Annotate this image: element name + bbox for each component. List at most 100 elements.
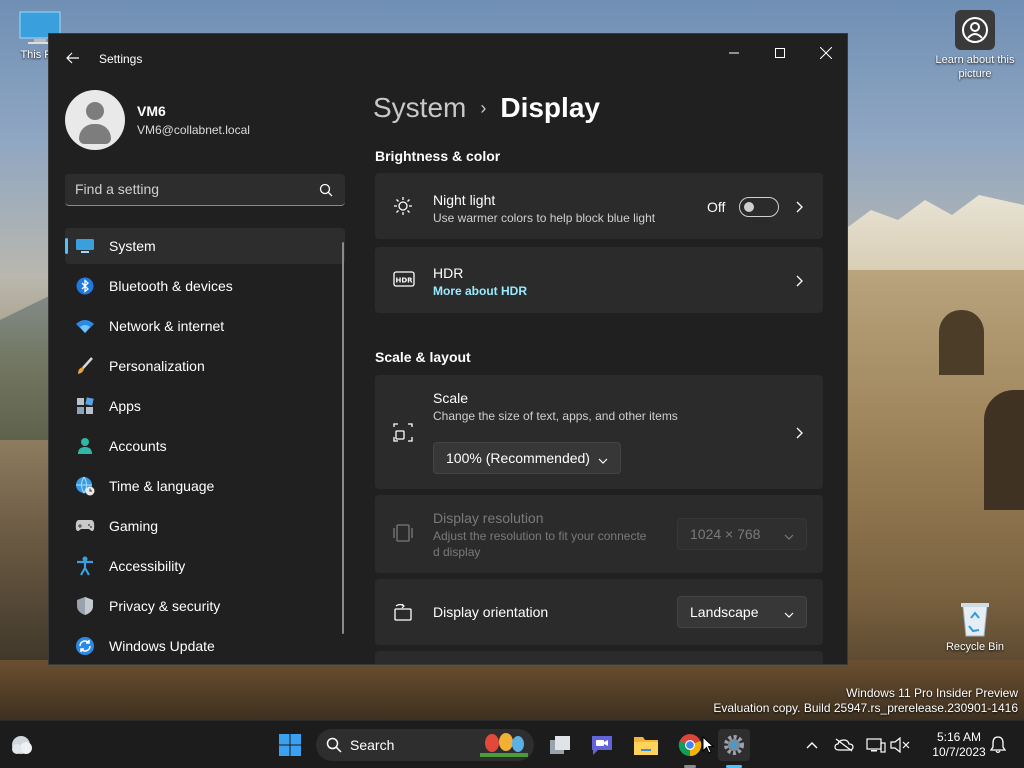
settings-window: Settings VM6 VM6@collabnet.local Find a … [48,33,848,665]
person-icon [75,436,95,456]
scale-icon [393,422,413,442]
user-profile[interactable]: VM6 VM6@collabnet.local [65,90,250,150]
sidebar-item-gaming[interactable]: Gaming [65,508,345,544]
wallpaper-arch-lower [984,390,1024,510]
hdr-title: HDR [433,265,464,281]
sidebar-item-windows-update[interactable]: Windows Update [65,628,345,664]
sidebar-item-label: Apps [109,398,141,414]
hdr-card[interactable]: HDR HDR More about HDR [375,247,823,313]
hot-air-balloon-icon [480,733,528,757]
title-bar[interactable]: Settings [49,34,847,82]
chevron-right-icon[interactable] [793,200,805,213]
globe-clock-icon [75,476,95,496]
chevron-up-icon [806,742,818,749]
toggle-knob [744,202,754,212]
desktop-icon-label: Recycle Bin [945,641,1005,653]
breadcrumb-parent[interactable]: System [373,92,466,124]
section-title-brightness: Brightness & color [375,148,501,164]
bell-icon [990,736,1006,754]
chevron-right-icon[interactable] [793,426,805,439]
scale-title: Scale [433,390,469,406]
close-icon [820,47,832,59]
start-button[interactable] [274,729,306,761]
gamepad-icon [75,516,95,536]
night-light-state: Off [707,199,726,215]
gear-icon [724,735,744,755]
brush-icon [75,356,95,376]
scale-dropdown[interactable]: 100% (Recommended) [433,442,621,474]
task-view-button[interactable] [544,729,576,761]
folder-icon [634,737,658,755]
avatar-head [86,102,104,120]
task-view-icon [550,736,570,754]
taskbar-search-label: Search [350,737,395,753]
sidebar-item-label: Accessibility [109,558,186,574]
sidebar-item-accessibility[interactable]: Accessibility [65,548,345,584]
avatar-body [79,124,111,144]
volume-tray-icon[interactable] [888,729,912,761]
night-light-toggle[interactable] [739,197,779,217]
settings-app-button[interactable] [718,729,750,761]
chevron-down-icon [784,529,794,545]
build-watermark: Windows 11 Pro Insider Preview Evaluatio… [713,686,1018,716]
recycle-bin-icon [957,598,993,638]
desktop-icon-recycle-bin[interactable]: Recycle Bin [940,598,1010,653]
chevron-down-icon [784,607,794,623]
night-light-card[interactable]: Night light Use warmer colors to help bl… [375,173,823,239]
close-button[interactable] [803,38,847,68]
sidebar-item-privacy[interactable]: Privacy & security [65,588,345,624]
window-title: Settings [99,52,143,66]
display-resolution-dropdown: 1024 × 768 [677,518,807,550]
sidebar-scrollbar[interactable] [342,242,344,634]
sidebar-item-system[interactable]: System [65,228,345,264]
chrome-icon [678,734,702,757]
sidebar-item-personalization[interactable]: Personalization [65,348,345,384]
search-icon [326,737,342,753]
teams-chat-button[interactable] [586,729,618,761]
video-chat-icon [592,736,612,755]
network-tray-icon[interactable] [864,729,888,761]
scale-desc: Change the size of text, apps, and other… [433,409,678,423]
sidebar-item-bluetooth[interactable]: Bluetooth & devices [65,268,345,304]
page-title: Display [500,92,600,123]
update-icon [75,636,95,656]
section-title-scale-layout: Scale & layout [375,349,471,365]
speaker-muted-icon [890,737,910,753]
find-setting-search[interactable] [65,174,345,206]
sidebar-item-label: Time & language [109,478,215,494]
system-clock[interactable]: 5:16 AM 10/7/2023 [924,730,994,760]
hdr-link[interactable]: More about HDR [433,283,527,299]
show-hidden-icons-button[interactable] [800,729,824,761]
resolution-dropdown-value: 1024 × 768 [690,526,761,542]
night-light-desc: Use warmer colors to help block blue lig… [433,211,656,225]
resolution-icon [393,524,413,544]
display-orientation-dropdown[interactable]: Landscape [677,596,807,628]
sidebar-item-accounts[interactable]: Accounts [65,428,345,464]
onedrive-tray-icon[interactable] [832,729,856,761]
watermark-line-2: Evaluation copy. Build 25947.rs_prerelea… [713,701,1018,715]
display-orientation-title: Display orientation [433,604,549,620]
minimize-button[interactable] [711,38,757,68]
chevron-right-icon[interactable] [793,274,805,287]
sidebar-item-time-language[interactable]: Time & language [65,468,345,504]
notifications-button[interactable] [986,729,1010,761]
wifi-icon [75,316,95,336]
scale-card[interactable]: Scale Change the size of text, apps, and… [375,375,823,489]
search-icon[interactable] [319,183,333,202]
sidebar-item-label: Privacy & security [109,598,221,614]
accessibility-icon [75,556,95,576]
sidebar-item-apps[interactable]: Apps [65,388,345,424]
maximize-button[interactable] [757,38,803,68]
search-input[interactable] [75,181,305,197]
next-setting-card-partial[interactable] [375,651,823,664]
weather-widget-icon[interactable] [6,729,38,761]
desktop-icon-label: Learn about this picture [935,54,1015,80]
avatar [65,90,125,150]
sidebar-item-network[interactable]: Network & internet [65,308,345,344]
desktop-icon-learn-about-picture[interactable]: Learn about this picture [935,10,1015,81]
back-button[interactable] [63,48,83,68]
sidebar-item-label: Windows Update [109,638,215,654]
file-explorer-button[interactable] [630,729,662,761]
arrow-left-icon [66,52,79,64]
taskbar-search[interactable]: Search [316,729,534,761]
